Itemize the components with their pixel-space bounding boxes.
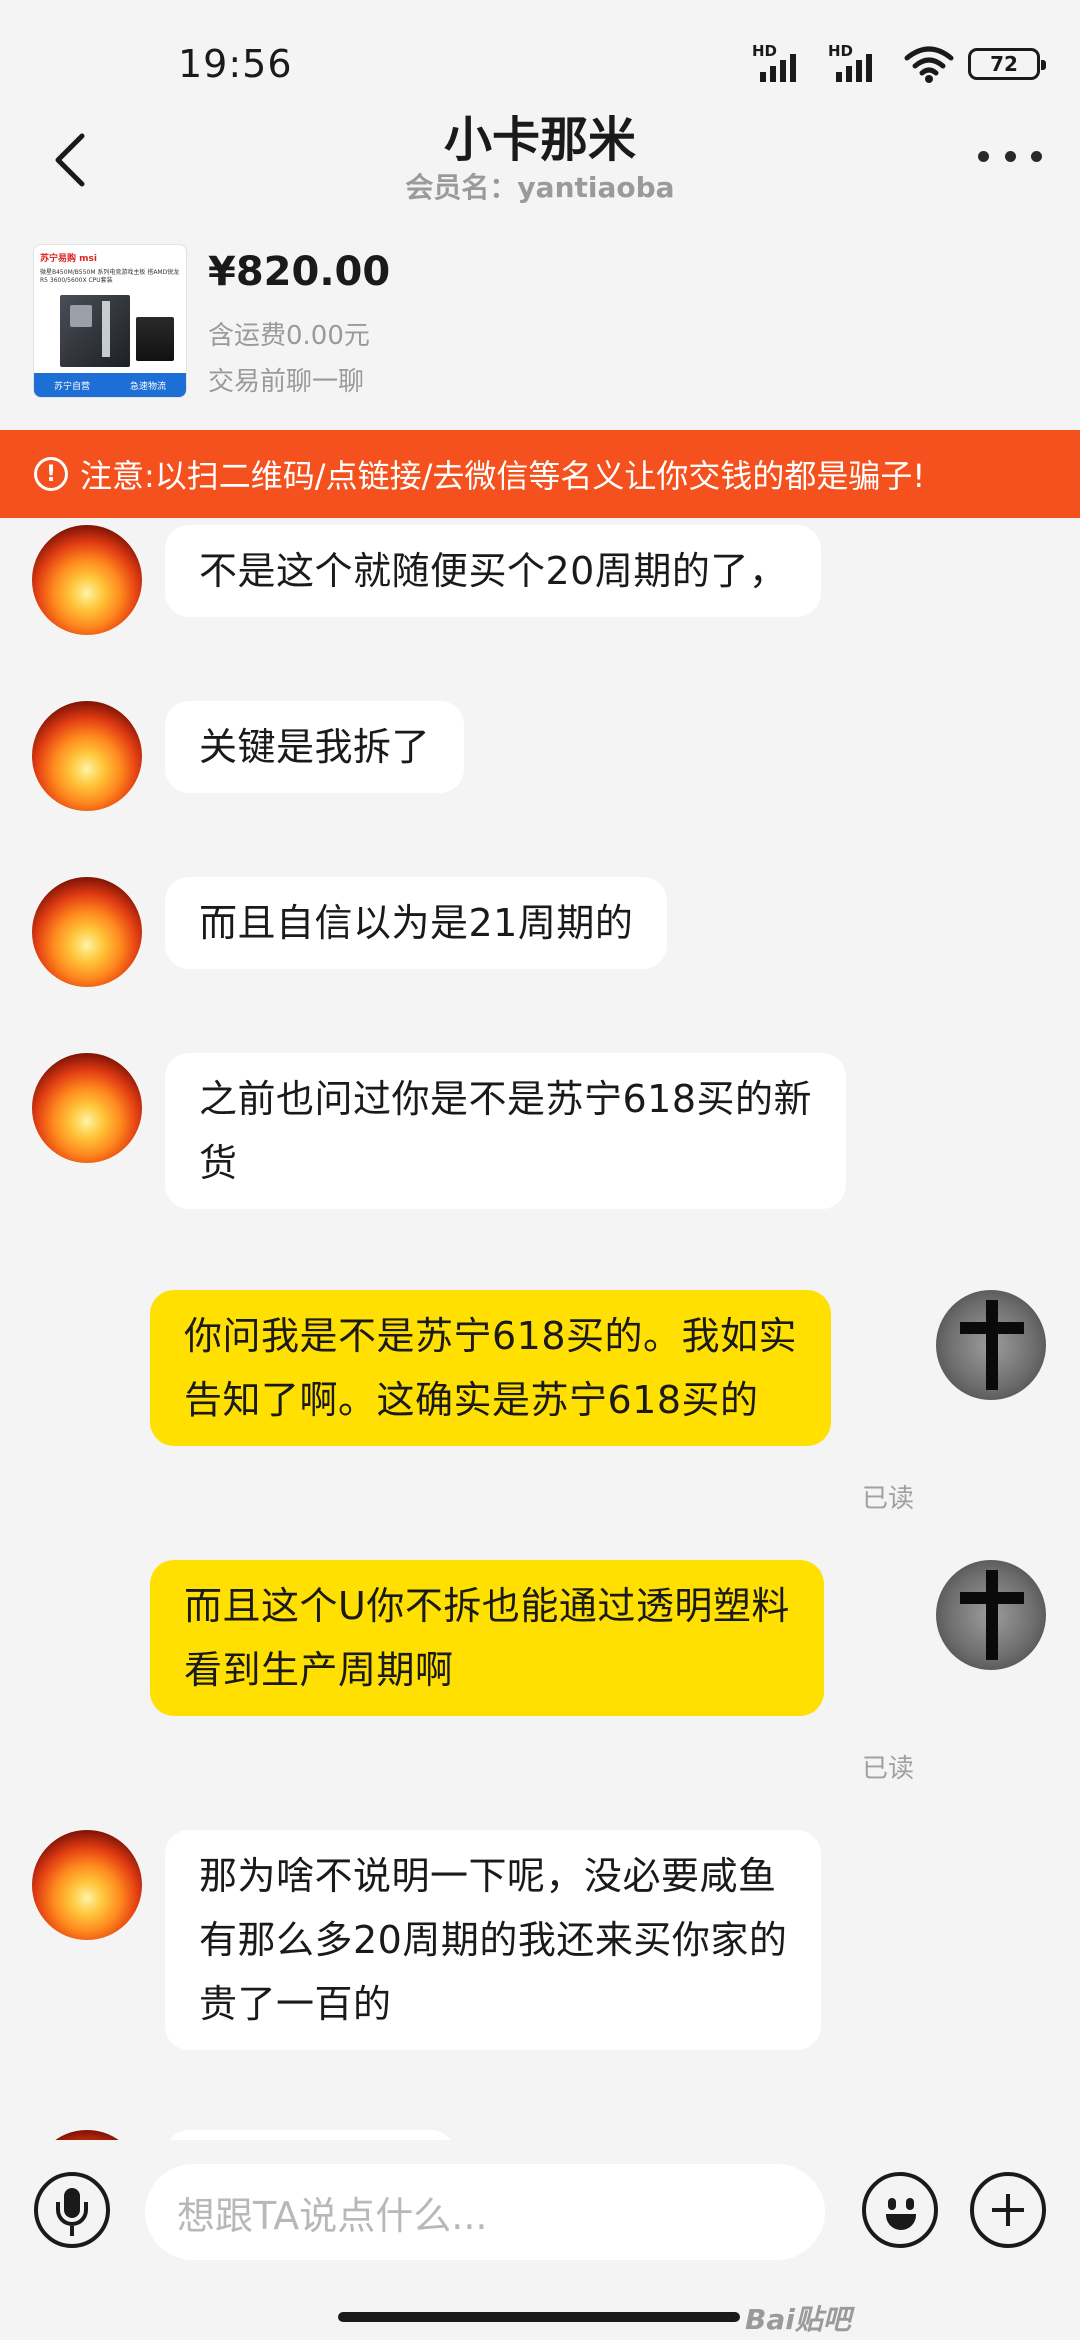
battery-icon: 72 — [968, 48, 1046, 80]
avatar[interactable] — [32, 1830, 142, 1940]
avatar[interactable] — [32, 1053, 142, 1163]
message-list[interactable]: 不是这个就随便买个20周期的了， 关键是我拆了 而且自信以为是21周期的 之前也… — [0, 518, 1080, 2140]
trade-hint: 交易前聊一聊 — [208, 367, 365, 397]
message-bubble[interactable]: 关键是我拆了 — [165, 701, 465, 793]
motherboard-image — [60, 295, 130, 367]
more-options-button[interactable] — [978, 144, 1042, 168]
chat-header: 小卡那米 会员名：yantiaoba — [0, 100, 1080, 220]
message-bubble[interactable]: 而且这个U你不拆也能通过透明塑料 看到生产周期啊 — [150, 1560, 824, 1716]
avatar[interactable] — [32, 2130, 142, 2140]
voice-input-button[interactable] — [34, 2172, 110, 2248]
message-bubble[interactable]: 而且自信以为是21周期的 — [165, 877, 668, 969]
avatar[interactable] — [936, 1560, 1046, 1670]
cpu-box-image — [136, 317, 174, 361]
warning-text: 注意:以扫二维码/点链接/去微信等名义让你交钱的都是骗子! — [80, 457, 926, 495]
status-icons: HD HD 72 — [752, 42, 1046, 84]
product-card[interactable]: 苏宁易购 msi 微星B450M/B550M 系列电竞游戏主板 搭AMD锐龙R5… — [0, 235, 1080, 430]
emoji-button[interactable] — [862, 2172, 938, 2248]
thumb-brand: 苏宁易购 msi — [40, 254, 97, 264]
member-id: 会员名：yantiaoba — [405, 171, 675, 204]
message-bubble[interactable]: 你问我是不是苏宁618买的。我如实 告知了啊。这确实是苏宁618买的 — [150, 1290, 832, 1446]
product-thumbnail[interactable]: 苏宁易购 msi 微星B450M/B550M 系列电竞游戏主板 搭AMD锐龙R5… — [33, 244, 187, 398]
cross-icon — [986, 1570, 998, 1660]
avatar[interactable] — [32, 525, 142, 635]
message-bubble[interactable]: 不是这个就随便买个20周期的了， — [165, 525, 822, 617]
avatar[interactable] — [32, 701, 142, 811]
status-bar: 19:56 HD HD 72 — [0, 0, 1080, 100]
product-price: ¥820.00 — [208, 249, 391, 295]
more-icon — [978, 150, 989, 162]
message-bubble[interactable]: 之前也问过你是不是苏宁618买的新 货 — [165, 1053, 847, 1209]
chat-screen: 19:56 HD HD 72 小卡那米 会员名：yantiaoba 苏宁易购 m… — [0, 0, 1080, 2340]
read-status: 已读 — [862, 1484, 915, 1514]
scam-warning-banner: ! 注意:以扫二维码/点链接/去微信等名义让你交钱的都是骗子! — [0, 430, 1080, 518]
signal-icon: HD — [752, 42, 814, 84]
wifi-icon — [904, 46, 954, 83]
avatar[interactable] — [32, 877, 142, 987]
status-time: 19:56 — [178, 42, 293, 86]
thumb-tags: 苏宁自营 急速物流 — [34, 373, 186, 397]
home-indicator[interactable] — [338, 2312, 740, 2322]
input-bar: 想跟TA说点什么... Bai贴吧 — [0, 2140, 1080, 2340]
more-actions-button[interactable] — [970, 2172, 1046, 2248]
thumb-description: 微星B450M/B550M 系列电竞游戏主板 搭AMD锐龙R5 3600/560… — [40, 269, 180, 284]
message-bubble[interactable]: 那为啥不说明一下呢，没必要咸鱼 有那么多20周期的我还来买你家的 贵了一百的 — [165, 1830, 822, 2050]
avatar[interactable] — [936, 1290, 1046, 1400]
shipping-info: 含运费0.00元 — [208, 321, 370, 351]
signal-icon-2: HD — [828, 42, 890, 84]
warning-icon: ! — [34, 457, 68, 491]
read-status: 已读 — [862, 1754, 915, 1784]
smile-icon — [888, 2198, 896, 2210]
message-input[interactable]: 想跟TA说点什么... — [145, 2164, 825, 2260]
watermark: Bai贴吧 — [745, 2303, 851, 2336]
cross-icon — [986, 1300, 998, 1390]
message-bubble[interactable] — [165, 2130, 455, 2140]
contact-name: 小卡那米 — [443, 112, 636, 168]
